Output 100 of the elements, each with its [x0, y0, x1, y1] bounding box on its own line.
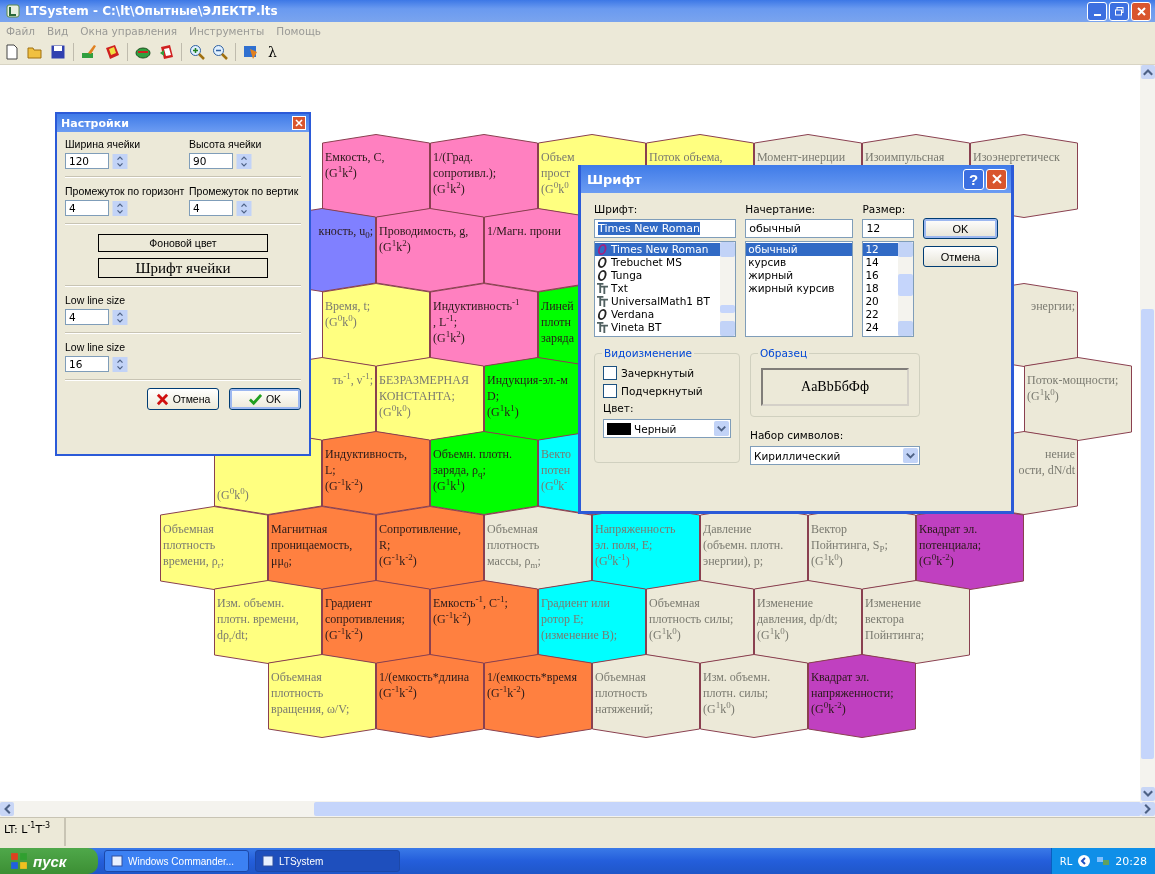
hex-cell[interactable]: [862, 579, 970, 664]
board-icon[interactable]: [158, 44, 174, 60]
new-file-icon[interactable]: [4, 44, 20, 60]
horizontal-scrollbar[interactable]: [0, 801, 1155, 817]
start-button[interactable]: пуск: [0, 848, 98, 874]
scroll-up-icon[interactable]: [1140, 65, 1155, 79]
font-size-item[interactable]: 24: [863, 321, 898, 334]
hex-cell[interactable]: [484, 654, 592, 739]
opentype-font-icon: [597, 257, 608, 268]
hex-cell[interactable]: [592, 654, 700, 739]
cancel-button[interactable]: Отмена: [923, 246, 998, 267]
spinner-arrows-icon[interactable]: [111, 309, 129, 325]
font-size-item[interactable]: 22: [863, 308, 898, 321]
save-icon[interactable]: [50, 44, 66, 60]
taskbar-button[interactable]: LTSystem: [255, 850, 400, 872]
open-folder-icon[interactable]: [27, 44, 43, 60]
font-list-item[interactable]: Trebuchet MS: [595, 256, 721, 269]
close-button[interactable]: [1131, 1, 1151, 21]
color-dropdown[interactable]: Черный: [603, 419, 731, 438]
cell-label: Сопротивление, R; (G$^{-1}$k$^{-2}$): [379, 520, 461, 569]
close-button[interactable]: [986, 168, 1007, 190]
hex-cell[interactable]: [376, 654, 484, 739]
number-field[interactable]: 120: [65, 153, 109, 169]
font-size-item[interactable]: 12: [863, 243, 898, 256]
checkbox[interactable]: [603, 384, 617, 398]
font-style-item[interactable]: жирный: [746, 269, 853, 282]
brush-icon[interactable]: [81, 44, 97, 60]
frame-icon[interactable]: [104, 44, 120, 60]
cell-label: Вектор Пойнтинга, S$_{P}$; (G$^{1}$k$^{0}$): [811, 520, 888, 569]
hex-cell[interactable]: [214, 579, 322, 664]
scroll-thumb[interactable]: [314, 802, 1141, 816]
spinner-arrows-icon[interactable]: [235, 153, 253, 169]
close-button[interactable]: [292, 116, 306, 130]
vertical-scrollbar[interactable]: [1140, 65, 1155, 801]
background-color-button[interactable]: Фоновой цвет: [98, 234, 268, 252]
cell-label: Изм. объемн. плотн. времени, dρ$_{r}$/dt;: [217, 594, 299, 643]
list-scrollbar[interactable]: [720, 242, 736, 336]
cell-label: Векто потен (G$^{0}$k$^{-}$: [541, 446, 572, 495]
font-list-item[interactable]: Times New Roman: [595, 243, 721, 256]
cell-label: Квадрат эл. напряженности; (G$^{0}$k$^{-2}$): [811, 669, 894, 718]
font-list-item[interactable]: Vineta BT: [595, 321, 721, 334]
checkbox[interactable]: [603, 366, 617, 380]
font-list-item[interactable]: Txt: [595, 282, 721, 295]
spinner-arrows-icon[interactable]: [111, 153, 129, 169]
lambda-button[interactable]: λ: [266, 44, 279, 60]
zoom-out-icon[interactable]: [212, 44, 228, 60]
number-field[interactable]: 4: [65, 200, 109, 216]
number-field[interactable]: 16: [65, 356, 109, 372]
spinner-arrows-icon[interactable]: [235, 200, 253, 216]
hex-cell[interactable]: [160, 505, 268, 590]
minimize-button[interactable]: [1087, 1, 1107, 21]
maximize-button[interactable]: [1109, 1, 1129, 21]
charset-dropdown[interactable]: Кириллический: [750, 446, 920, 465]
cell-label: 1/(емкость*время (G$^{-1}$k$^{-2}$): [487, 669, 577, 702]
font-size-item[interactable]: 20: [863, 295, 898, 308]
hex-cell[interactable]: [808, 654, 916, 739]
font-size-item[interactable]: 16: [863, 269, 898, 282]
field-label: Цвет:: [603, 402, 635, 415]
font-style-item[interactable]: жирный курсив: [746, 282, 853, 295]
hex-cell[interactable]: [700, 654, 808, 739]
font-size-field[interactable]: 12: [862, 219, 914, 238]
font-style-item[interactable]: курсив: [746, 256, 853, 269]
cell-label: Изоимпульсная: [865, 149, 945, 165]
number-field[interactable]: 4: [65, 309, 109, 325]
font-size-item[interactable]: 18: [863, 282, 898, 295]
cell-label: Градиент или ротор E; (изменение B);: [541, 594, 618, 643]
checkbox-label: Зачеркнутый: [621, 367, 695, 379]
cell-label: Объем прост (G$^{0}$k$^{0}$: [541, 149, 575, 197]
ok-button[interactable]: OK: [923, 218, 998, 239]
font-size-item[interactable]: 14: [863, 256, 898, 269]
scroll-thumb[interactable]: [1141, 309, 1154, 759]
help-button[interactable]: ?: [963, 168, 984, 190]
hex-cell[interactable]: [322, 134, 430, 218]
cell-font-button[interactable]: Шрифт ячейки: [98, 258, 268, 278]
scroll-left-icon[interactable]: [0, 802, 14, 816]
font-name-field[interactable]: Times New Roman: [594, 219, 737, 238]
font-style-field[interactable]: обычный: [745, 219, 854, 238]
ok-button[interactable]: OK: [229, 388, 301, 410]
restore-icon: [1114, 6, 1124, 16]
taskbar-button[interactable]: Windows Commander...: [104, 850, 249, 872]
list-scrollbar[interactable]: [898, 242, 913, 336]
picture-icon[interactable]: [243, 44, 259, 60]
scroll-down-icon[interactable]: [1140, 787, 1155, 801]
hex-cell[interactable]: [1024, 356, 1132, 441]
truetype-font-icon: [597, 283, 608, 294]
spinner-arrows-icon[interactable]: [111, 356, 129, 372]
font-list-item[interactable]: Tunga: [595, 269, 721, 282]
hex-cell[interactable]: [268, 654, 376, 739]
hex-cell[interactable]: [430, 134, 538, 218]
font-list-item[interactable]: Verdana: [595, 308, 721, 321]
layers-icon[interactable]: [135, 44, 151, 60]
spinner-arrows-icon[interactable]: [111, 200, 129, 216]
checkbox-label: Подчеркнутый: [621, 385, 703, 397]
number-field[interactable]: 4: [189, 200, 233, 216]
zoom-in-icon[interactable]: [189, 44, 205, 60]
scroll-right-icon[interactable]: [1141, 802, 1155, 816]
number-field[interactable]: 90: [189, 153, 233, 169]
font-list-item[interactable]: UniversalMath1 BT: [595, 295, 721, 308]
font-style-item[interactable]: обычный: [746, 243, 853, 256]
cancel-button[interactable]: Отмена: [147, 388, 219, 410]
